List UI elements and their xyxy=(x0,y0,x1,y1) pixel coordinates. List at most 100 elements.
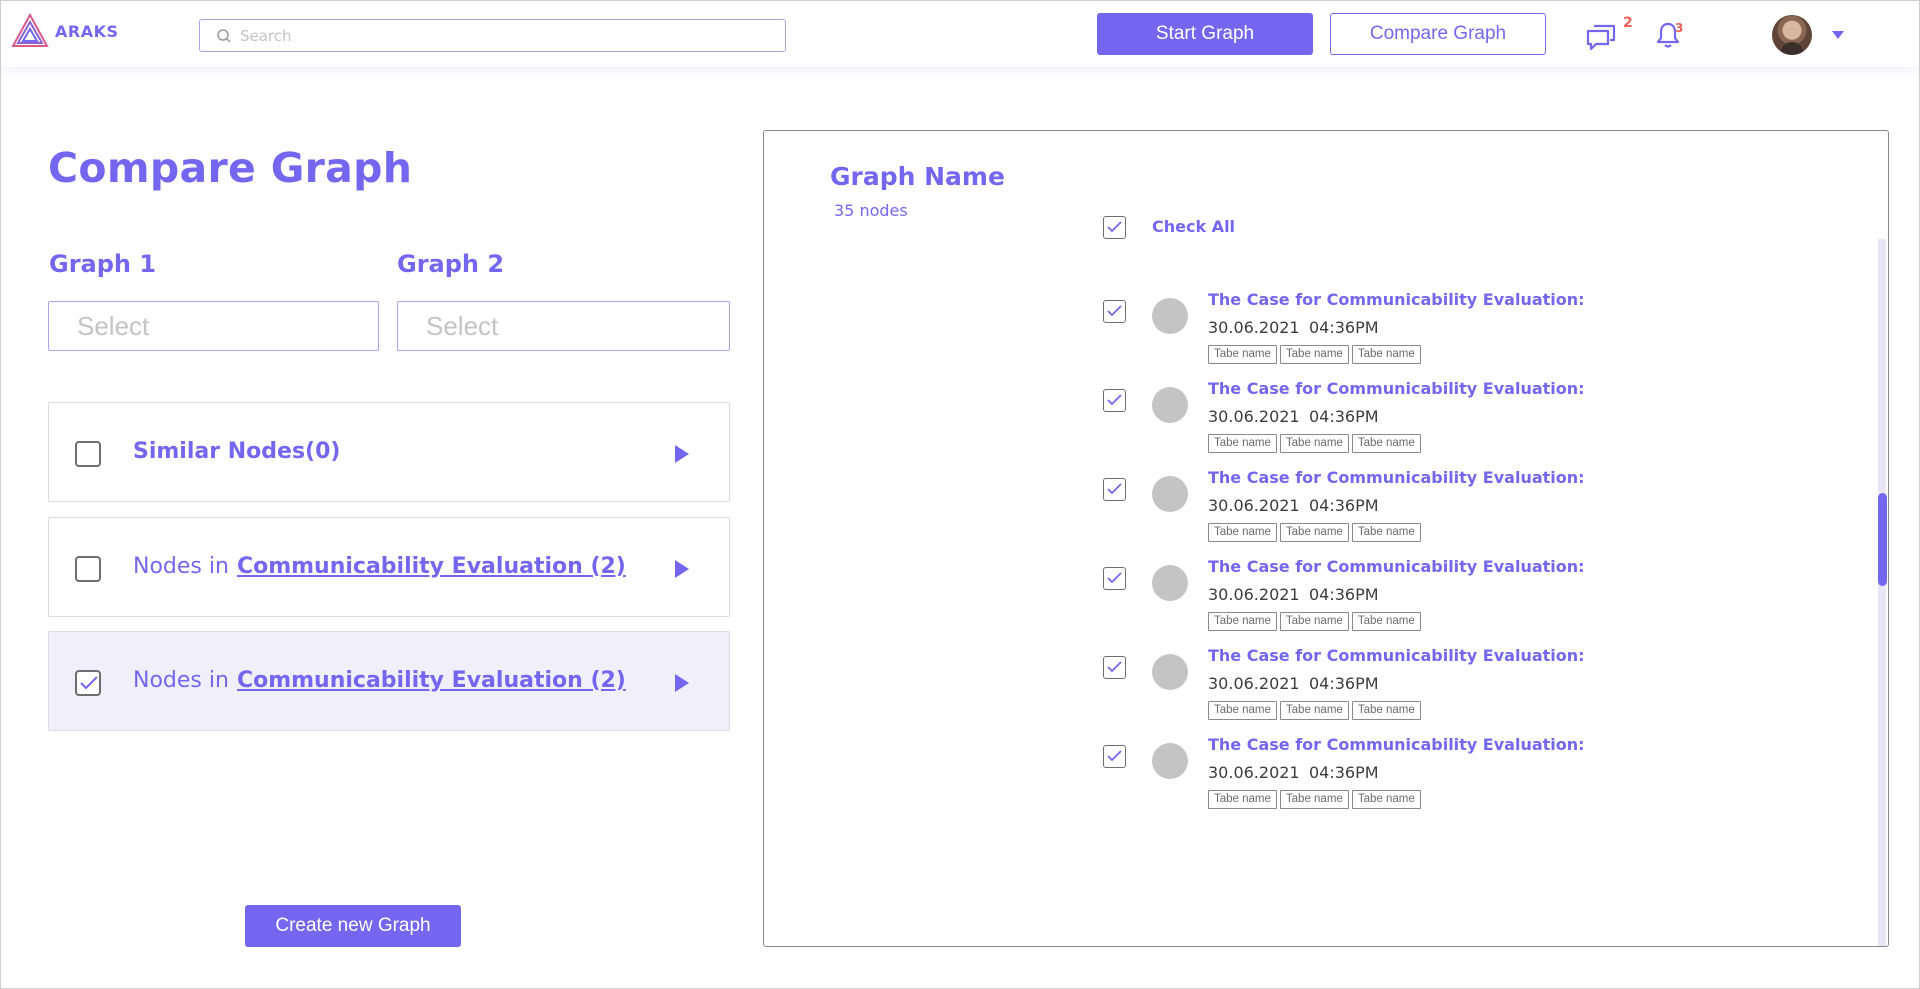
node-avatar xyxy=(1152,476,1188,512)
graph-nodes-panel: Graph Name 35 nodes Check All The Case f… xyxy=(763,130,1889,947)
node-tag[interactable]: Tabe name xyxy=(1279,345,1349,364)
node-tag[interactable]: Tabe name xyxy=(1208,523,1277,542)
play-arrow-icon[interactable] xyxy=(675,445,689,463)
similar-nodes-row[interactable]: Similar Nodes(0) xyxy=(48,402,730,502)
node-title[interactable]: The Case for Communicability Evaluation: xyxy=(1208,735,1585,754)
scrollbar-thumb[interactable] xyxy=(1878,493,1887,586)
node-date: 30.06.2021 xyxy=(1208,318,1300,337)
node-title[interactable]: The Case for Communicability Evaluation: xyxy=(1208,557,1585,576)
araks-logo-icon xyxy=(11,13,49,47)
messages-badge: 2 xyxy=(1623,15,1633,31)
node-title[interactable]: The Case for Communicability Evaluation: xyxy=(1208,468,1585,487)
similar-nodes-checkbox[interactable] xyxy=(75,441,101,467)
page-title: Compare Graph xyxy=(48,144,413,192)
graph-link[interactable]: Communicability Evaluation (2) xyxy=(237,554,626,579)
node-list-item[interactable]: The Case for Communicability Evaluation:… xyxy=(764,646,1864,746)
node-tag[interactable]: Tabe name xyxy=(1351,790,1421,809)
node-tag[interactable]: Tabe name xyxy=(1351,434,1421,453)
search-box[interactable] xyxy=(199,19,786,52)
checkbox-check-icon xyxy=(1107,394,1122,406)
node-tags: Tabe name Tabe name Tabe name xyxy=(1208,523,1421,542)
node-tag[interactable]: Tabe name xyxy=(1279,612,1349,631)
node-tag[interactable]: Tabe name xyxy=(1351,523,1421,542)
graph1-select[interactable]: Select xyxy=(48,301,379,351)
node-date: 30.06.2021 xyxy=(1208,674,1300,693)
node-tag[interactable]: Tabe name xyxy=(1208,790,1277,809)
node-tags: Tabe name Tabe name Tabe name xyxy=(1208,701,1421,720)
node-avatar xyxy=(1152,387,1188,423)
node-tag[interactable]: Tabe name xyxy=(1351,345,1421,364)
node-tag[interactable]: Tabe name xyxy=(1208,345,1277,364)
checkbox-check-icon xyxy=(80,676,98,690)
node-tags: Tabe name Tabe name Tabe name xyxy=(1208,434,1421,453)
graph1-label: Graph 1 xyxy=(49,250,157,278)
node-time: 04:36PM xyxy=(1309,585,1379,604)
node-title[interactable]: The Case for Communicability Evaluation: xyxy=(1208,379,1585,398)
scrollbar-track[interactable] xyxy=(1878,239,1886,946)
avatar[interactable] xyxy=(1772,15,1812,55)
nodes-in-graph-row[interactable]: Nodes in Communicability Evaluation (2) xyxy=(48,517,730,617)
node-checkbox[interactable] xyxy=(1103,656,1126,679)
node-list-item[interactable]: The Case for Communicability Evaluation:… xyxy=(764,468,1864,568)
create-new-graph-button[interactable]: Create new Graph xyxy=(245,905,461,947)
node-tag[interactable]: Tabe name xyxy=(1351,612,1421,631)
start-graph-button[interactable]: Start Graph xyxy=(1097,13,1313,55)
graph2-label: Graph 2 xyxy=(397,250,505,278)
check-all-label[interactable]: Check All xyxy=(1152,217,1235,236)
node-tag[interactable]: Tabe name xyxy=(1208,701,1277,720)
notifications-badge: 3 xyxy=(1675,21,1684,35)
play-arrow-icon[interactable] xyxy=(675,674,689,692)
nodes-in-graph-label: Nodes in Communicability Evaluation (2) xyxy=(133,554,626,579)
node-title[interactable]: The Case for Communicability Evaluation: xyxy=(1208,290,1585,309)
nodes-in-graph-checkbox-checked[interactable] xyxy=(75,670,101,696)
top-bar: ARAKS Start Graph Compare Graph 2 3 xyxy=(1,1,1919,67)
node-tag[interactable]: Tabe name xyxy=(1279,434,1349,453)
chat-icon[interactable] xyxy=(1586,23,1616,51)
nodes-in-graph-checkbox[interactable] xyxy=(75,556,101,582)
nodes-in-graph-label: Nodes in Communicability Evaluation (2) xyxy=(133,668,626,693)
nodes-in-prefix: Nodes in xyxy=(133,554,229,579)
node-list-item[interactable]: The Case for Communicability Evaluation:… xyxy=(764,290,1864,390)
node-time: 04:36PM xyxy=(1309,763,1379,782)
node-date: 30.06.2021 xyxy=(1208,407,1300,426)
node-tag[interactable]: Tabe name xyxy=(1279,523,1349,542)
node-time: 04:36PM xyxy=(1309,674,1379,693)
node-list-item[interactable]: The Case for Communicability Evaluation:… xyxy=(764,735,1864,835)
node-title[interactable]: The Case for Communicability Evaluation: xyxy=(1208,646,1585,665)
node-list-item[interactable]: The Case for Communicability Evaluation:… xyxy=(764,557,1864,657)
node-time: 04:36PM xyxy=(1309,496,1379,515)
node-tag[interactable]: Tabe name xyxy=(1351,701,1421,720)
search-icon xyxy=(217,29,231,43)
node-avatar xyxy=(1152,298,1188,334)
checkbox-check-icon xyxy=(1107,305,1122,317)
checkbox-check-icon xyxy=(1107,572,1122,584)
node-time: 04:36PM xyxy=(1309,318,1379,337)
node-checkbox[interactable] xyxy=(1103,478,1126,501)
search-input[interactable] xyxy=(240,24,770,48)
node-tag[interactable]: Tabe name xyxy=(1279,701,1349,720)
node-time: 04:36PM xyxy=(1309,407,1379,426)
node-tag[interactable]: Tabe name xyxy=(1208,434,1277,453)
graph-link[interactable]: Communicability Evaluation (2) xyxy=(237,668,626,693)
node-checkbox[interactable] xyxy=(1103,389,1126,412)
check-all-checkbox[interactable] xyxy=(1103,216,1126,239)
node-tag[interactable]: Tabe name xyxy=(1279,790,1349,809)
caret-down-icon[interactable] xyxy=(1832,31,1844,39)
node-checkbox[interactable] xyxy=(1103,745,1126,768)
node-count: 35 nodes xyxy=(834,201,908,220)
compare-graph-button[interactable]: Compare Graph xyxy=(1330,13,1546,55)
node-tags: Tabe name Tabe name Tabe name xyxy=(1208,612,1421,631)
play-arrow-icon[interactable] xyxy=(675,560,689,578)
checkbox-check-icon xyxy=(1107,483,1122,495)
node-tag[interactable]: Tabe name xyxy=(1208,612,1277,631)
nodes-in-graph-row-selected[interactable]: Nodes in Communicability Evaluation (2) xyxy=(48,631,730,731)
node-date: 30.06.2021 xyxy=(1208,585,1300,604)
nodes-in-prefix: Nodes in xyxy=(133,668,229,693)
graph2-select[interactable]: Select xyxy=(397,301,730,351)
logo[interactable]: ARAKS xyxy=(11,13,119,49)
node-checkbox[interactable] xyxy=(1103,567,1126,590)
node-checkbox[interactable] xyxy=(1103,300,1126,323)
checkbox-check-icon xyxy=(1107,661,1122,673)
node-list-item[interactable]: The Case for Communicability Evaluation:… xyxy=(764,379,1864,479)
checkbox-check-icon xyxy=(1107,221,1122,233)
